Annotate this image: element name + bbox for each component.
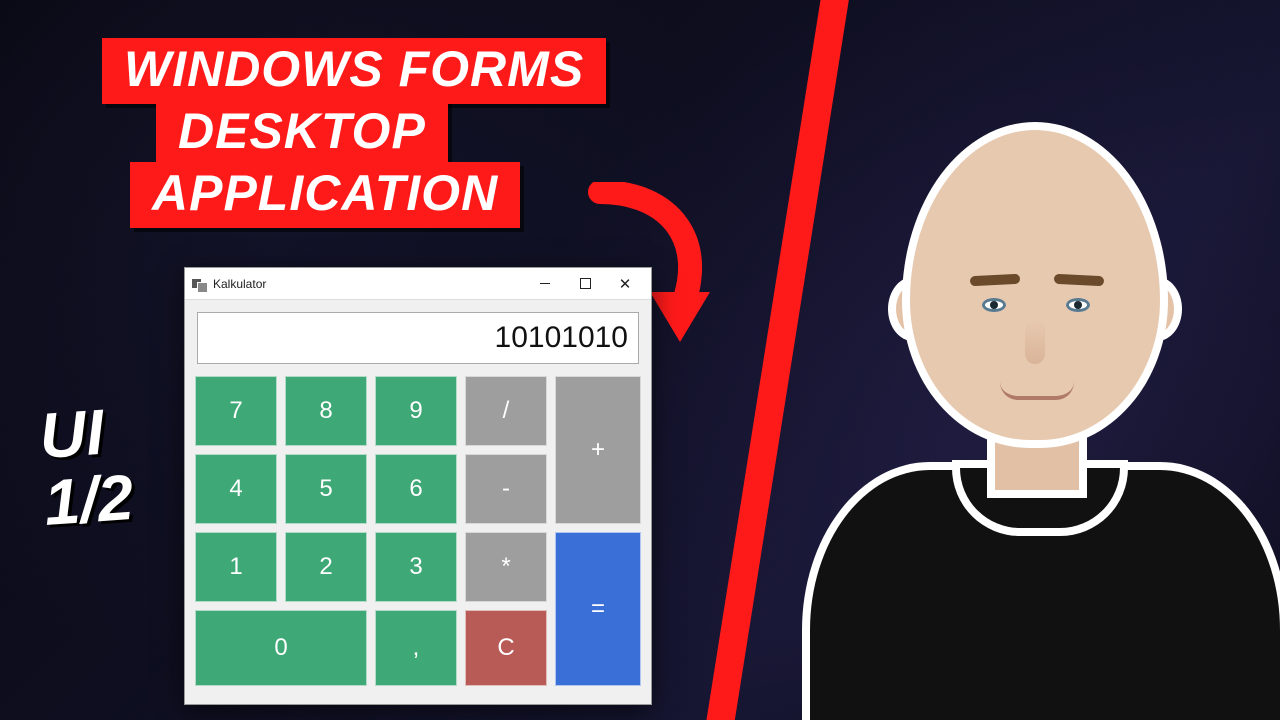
window-title: Kalkulator [213,277,266,291]
key-minus[interactable]: - [465,454,547,524]
side-label-line-2: 1/2 [42,464,135,537]
key-8[interactable]: 8 [285,376,367,446]
headline-line-3: APPLICATION [130,162,520,228]
key-9[interactable]: 9 [375,376,457,446]
key-7[interactable]: 7 [195,376,277,446]
key-comma[interactable]: , [375,610,457,686]
side-label: UI 1/2 [37,397,135,537]
keypad: 7 8 9 / + 4 5 6 - 1 2 3 * = 0 , C [195,376,641,694]
display-field[interactable]: 10101010 [197,312,639,364]
app-icon [191,276,207,292]
calculator-window: Kalkulator ✕ 10101010 7 8 9 / + 4 5 6 - … [184,267,652,705]
key-equals[interactable]: = [555,532,641,686]
key-1[interactable]: 1 [195,532,277,602]
side-label-line-1: UI [37,397,130,470]
headline: WINDOWS FORMS DESKTOP APPLICATION [102,38,606,228]
key-2[interactable]: 2 [285,532,367,602]
key-6[interactable]: 6 [375,454,457,524]
key-5[interactable]: 5 [285,454,367,524]
key-clear[interactable]: C [465,610,547,686]
key-4[interactable]: 4 [195,454,277,524]
key-plus[interactable]: + [555,376,641,524]
presenter-photo [820,90,1250,720]
key-3[interactable]: 3 [375,532,457,602]
key-0[interactable]: 0 [195,610,367,686]
titlebar[interactable]: Kalkulator ✕ [185,268,651,300]
minimize-button[interactable] [525,268,565,300]
headline-line-2: DESKTOP [156,100,448,166]
key-divide[interactable]: / [465,376,547,446]
close-button[interactable]: ✕ [605,268,645,300]
headline-line-1: WINDOWS FORMS [102,38,606,104]
key-multiply[interactable]: * [465,532,547,602]
maximize-button[interactable] [565,268,605,300]
